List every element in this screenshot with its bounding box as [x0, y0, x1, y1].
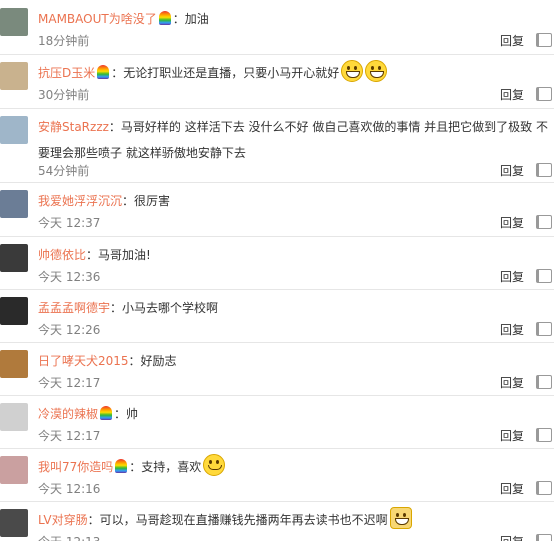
reply-button[interactable]: 回复	[500, 374, 524, 391]
comment-time: 今天 12:17	[38, 429, 101, 443]
cat-emoji-icon	[389, 507, 412, 529]
comment-row: MAMBAOUT为啥没了 ：加油 18分钟前 回复	[0, 0, 554, 55]
reply-button[interactable]: 回复	[500, 321, 524, 338]
username-link[interactable]: 冷漠的辣椒	[38, 407, 98, 421]
username-link[interactable]: 我叫77你造吗	[38, 460, 113, 474]
comment-content: 冷漠的辣椒 ：帅	[38, 401, 548, 427]
comment-time: 18分钟前	[38, 34, 90, 48]
reply-button[interactable]: 回复	[500, 32, 524, 49]
comment-text: ：帅	[114, 407, 139, 421]
comment-content: 我叫77你造吗 ：支持，喜欢	[38, 454, 548, 480]
thumbs-up-icon[interactable]	[536, 322, 552, 336]
avatar[interactable]	[0, 190, 28, 218]
comment-row: 我叫77你造吗 ：支持，喜欢今天 12:16 回复	[0, 448, 554, 502]
comment-content: MAMBAOUT为啥没了 ：加油	[38, 6, 548, 32]
comment-time: 今天 12:17	[38, 376, 101, 390]
comment-text: ：加油	[172, 12, 209, 26]
thumbs-up-icon[interactable]	[536, 33, 552, 47]
comment-list: MAMBAOUT为啥没了 ：加油 18分钟前 回复 抗压D玉米 ：无论打职业还是直播，只要…	[0, 0, 554, 541]
smile-emoji-icon	[203, 454, 226, 476]
rainbow-badge-icon	[158, 11, 171, 25]
rainbow-badge-icon	[100, 406, 113, 420]
avatar[interactable]	[0, 509, 28, 537]
comment-time: 今天 12:13	[38, 533, 100, 541]
comment-content: LV对穿肠：可以，马哥趁现在直播赚钱先播两年再去读书也不迟啊	[38, 507, 548, 533]
comment-time: 今天 12:37	[38, 216, 101, 230]
comment-content: 安静StaRzzz：马哥好样的 这样活下去 没什么不好 做自己喜欢做的事情 并且…	[38, 114, 548, 166]
reply-button[interactable]: 回复	[500, 268, 524, 285]
reply-button[interactable]: 回复	[500, 86, 524, 103]
username-link[interactable]: 安静StaRzzz	[38, 120, 109, 134]
reply-button[interactable]: 回复	[500, 162, 524, 179]
username-link[interactable]: 帅德依比	[38, 248, 86, 262]
avatar[interactable]	[0, 244, 28, 272]
thumbs-up-icon[interactable]	[536, 534, 552, 541]
username-link[interactable]: 日了哮天犬2015	[38, 354, 129, 368]
comment-text: ：好励志	[128, 354, 177, 368]
avatar[interactable]	[0, 297, 28, 325]
comment-text: ：无论打职业还是直播，只要小马开心就好	[111, 66, 340, 80]
comment-text: ：可以，马哥趁现在直播赚钱先播两年再去读书也不迟啊	[87, 513, 388, 527]
grin-emoji-icon	[365, 60, 388, 82]
comment-time: 30分钟前	[38, 88, 90, 102]
comment-text: ：马哥好样的 这样活下去 没什么不好 做自己喜欢做的事情 并且把它做到了极致 不…	[38, 120, 548, 160]
comment-content: 帅德依比：马哥加油!	[38, 242, 548, 268]
comment-text: ：马哥加油!	[86, 248, 151, 262]
comment-content: 日了哮天犬2015：好励志	[38, 348, 548, 374]
comment-row: 抗压D玉米 ：无论打职业还是直播，只要小马开心就好 30分钟前 回复	[0, 54, 554, 109]
comment-time: 今天 12:36	[38, 270, 101, 284]
comment-row: 孟孟孟啊德宇：小马去哪个学校啊 今天 12:26 回复	[0, 289, 554, 343]
username-link[interactable]: 抗压D玉米	[38, 66, 95, 80]
thumbs-up-icon[interactable]	[536, 269, 552, 283]
avatar[interactable]	[0, 62, 28, 90]
thumbs-up-icon[interactable]	[536, 163, 552, 177]
username-link[interactable]: 我爱她浮浮沉沉	[38, 194, 122, 208]
avatar[interactable]	[0, 8, 28, 36]
thumbs-up-icon[interactable]	[536, 428, 552, 442]
avatar[interactable]	[0, 456, 28, 484]
comment-row: 冷漠的辣椒 ：帅 今天 12:17 回复	[0, 395, 554, 449]
grin-emoji-icon	[341, 60, 364, 82]
comment-time: 54分钟前	[38, 164, 90, 178]
comment-content: 我爱她浮浮沉沉：很厉害	[38, 188, 548, 214]
reply-button[interactable]: 回复	[500, 533, 524, 541]
comment-text: ：支持，喜欢	[129, 460, 202, 474]
avatar[interactable]	[0, 350, 28, 378]
comment-content: 孟孟孟啊德宇：小马去哪个学校啊	[38, 295, 548, 321]
comment-text: ：很厉害	[122, 194, 171, 208]
thumbs-up-icon[interactable]	[536, 481, 552, 495]
comment-row: 安静StaRzzz：马哥好样的 这样活下去 没什么不好 做自己喜欢做的事情 并且…	[0, 108, 554, 183]
comment-time: 今天 12:16	[38, 482, 101, 496]
username-link[interactable]: MAMBAOUT为啥没了	[38, 12, 157, 26]
comment-row: LV对穿肠：可以，马哥趁现在直播赚钱先播两年再去读书也不迟啊今天 12:13回复	[0, 501, 554, 541]
reply-button[interactable]: 回复	[500, 427, 524, 444]
avatar[interactable]	[0, 403, 28, 431]
reply-button[interactable]: 回复	[500, 214, 524, 231]
username-link[interactable]: 孟孟孟啊德宇	[38, 301, 110, 315]
comment-row: 日了哮天犬2015：好励志今天 12:17 回复	[0, 342, 554, 396]
username-link[interactable]: LV对穿肠	[38, 513, 88, 527]
comment-row: 帅德依比：马哥加油! 今天 12:36 回复	[0, 236, 554, 290]
reply-button[interactable]: 回复	[500, 480, 524, 497]
comment-text: ：小马去哪个学校啊	[110, 301, 219, 315]
thumbs-up-icon[interactable]	[536, 375, 552, 389]
comment-time: 今天 12:26	[38, 323, 101, 337]
rainbow-badge-icon	[115, 459, 128, 473]
rainbow-badge-icon	[97, 65, 110, 79]
thumbs-up-icon[interactable]	[536, 87, 552, 101]
comment-row: 我爱她浮浮沉沉：很厉害今天 12:37 回复	[0, 182, 554, 237]
thumbs-up-icon[interactable]	[536, 215, 552, 229]
comment-content: 抗压D玉米 ：无论打职业还是直播，只要小马开心就好	[38, 60, 548, 86]
avatar[interactable]	[0, 116, 28, 144]
